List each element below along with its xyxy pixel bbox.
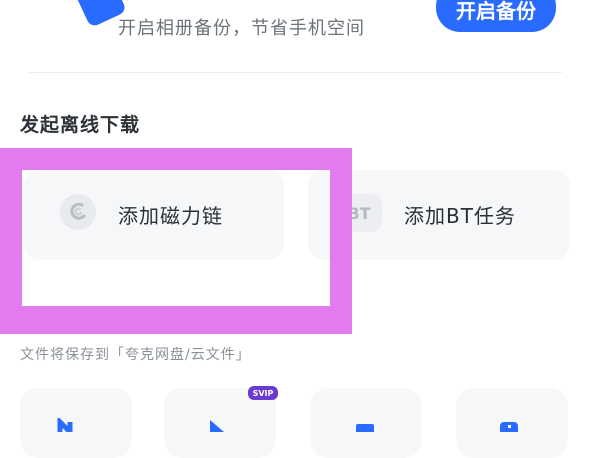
- bottom-tile-1[interactable]: [20, 388, 132, 458]
- add-bt-label: 添加BT任务: [404, 204, 516, 228]
- divider: [28, 72, 562, 73]
- enable-backup-button[interactable]: 开启备份: [436, 0, 556, 32]
- bottom-tile-4[interactable]: [456, 388, 568, 458]
- tile-4-icon: [500, 422, 518, 432]
- banner-text: 开启相册备份，节省手机空间: [118, 18, 365, 39]
- tile-3-icon: [356, 424, 374, 432]
- section-title: 发起离线下载: [20, 114, 141, 136]
- play-icon: [210, 420, 224, 432]
- svip-badge: SVIP: [248, 386, 278, 400]
- highlight-box: [0, 148, 352, 334]
- bottom-tile-3[interactable]: [310, 388, 422, 458]
- tile-1-icon: [57, 418, 73, 432]
- save-path-text: 文件将保存到「夸克网盘/云文件」: [20, 347, 251, 363]
